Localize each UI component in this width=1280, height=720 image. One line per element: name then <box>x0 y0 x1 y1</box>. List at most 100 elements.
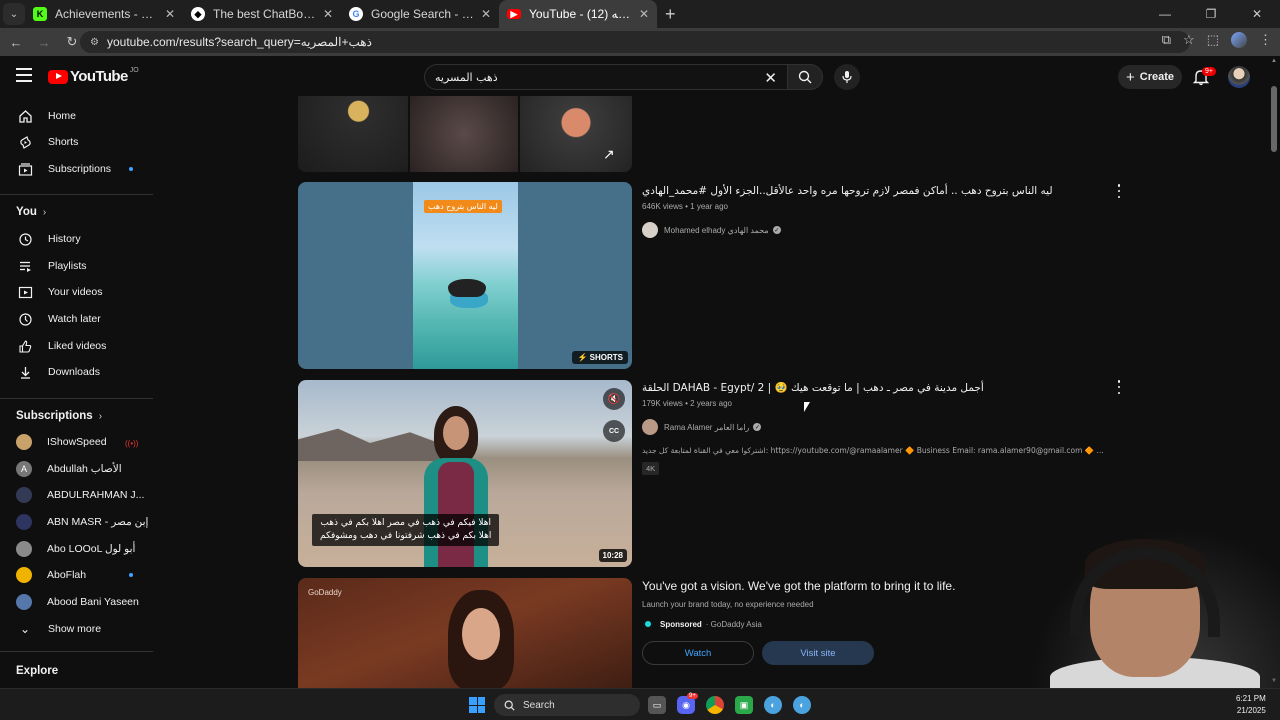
sidebar-show-more[interactable]: ⌄ Show more <box>0 616 152 642</box>
sidebar-item-label: Watch later <box>48 313 101 325</box>
sidebar-item-watch-later[interactable]: Watch later <box>0 306 152 332</box>
sidebar-item-label: Your videos <box>48 286 103 298</box>
tab-search-menu-button[interactable]: ⌄ <box>3 3 25 25</box>
sidebar-sub-abdullah[interactable]: A Abdullah الأصاب <box>0 456 152 482</box>
scroll-up-arrow-icon[interactable]: ▲ <box>1271 58 1277 64</box>
sidebar-you-heading[interactable]: You › <box>16 206 46 218</box>
restore-icon[interactable]: ❐ <box>1188 0 1234 28</box>
channel-avatar[interactable] <box>642 222 658 238</box>
playlists-icon <box>17 258 33 274</box>
sidebar-item-home[interactable]: Home <box>0 103 152 129</box>
bookmark-star-icon[interactable]: ☆ <box>1183 32 1195 48</box>
minimize-icon[interactable]: — <box>1142 0 1188 28</box>
advertiser-name: · GoDaddy Asia <box>705 619 762 629</box>
sidebar-sub-abn-masr[interactable]: ABN MASR - إبن مصر <box>0 509 152 535</box>
verified-check-icon: ✓ <box>753 423 762 431</box>
sidebar-item-playlists[interactable]: Playlists <box>0 253 152 279</box>
sidebar-sub-aboflah[interactable]: AboFlah <box>0 562 152 588</box>
forward-arrow-icon[interactable]: → <box>32 35 56 50</box>
closed-captions-icon[interactable]: CC <box>603 420 625 442</box>
sidebar-sub-abood-bani-yaseen[interactable]: Abood Bani Yaseen <box>0 589 152 615</box>
shorts-thumbnail[interactable] <box>410 96 518 172</box>
ad-watch-button[interactable]: Watch <box>642 641 754 665</box>
app-icon[interactable]: ◐ <box>793 696 811 714</box>
window-close-icon[interactable]: ✕ <box>1234 0 1280 28</box>
voice-search-button[interactable] <box>834 64 860 90</box>
video-title[interactable]: ليه الناس بتروح دهب .. أماكن فمصر لازم ت… <box>642 184 1122 198</box>
shorts-thumbnail-row[interactable]: ↗ <box>298 96 632 172</box>
task-view-icon[interactable]: ▭ <box>648 696 666 714</box>
account-avatar[interactable] <box>1228 66 1250 88</box>
system-clock[interactable]: 6:21 PM 21/2025 <box>1236 693 1266 717</box>
tab-close-icon[interactable]: ✕ <box>481 7 491 21</box>
browser-tab-botrix[interactable]: ◆ The best ChatBot and Widgets ✕ <box>183 0 341 28</box>
shorts-icon <box>17 134 33 150</box>
sidebar-sub-abdulrahman[interactable]: ABDULRAHMAN J... <box>0 482 152 508</box>
channel-avatar <box>16 514 32 530</box>
sidebar-item-label: ABDULRAHMAN J... <box>47 489 145 501</box>
window-controls: — ❐ ✕ <box>1142 0 1280 28</box>
app-icon[interactable]: ▣ <box>735 696 753 714</box>
site-info-icon[interactable]: ⚙ <box>90 37 99 48</box>
browser-tab-google[interactable]: G Google Search - ذهب المصريه ✕ <box>341 0 499 28</box>
view-count: 179K views <box>642 399 683 408</box>
chevron-down-icon: ⌄ <box>19 622 31 636</box>
extensions-icon[interactable]: ⬚ <box>1207 32 1219 48</box>
sidebar-item-downloads[interactable]: Downloads <box>0 359 152 385</box>
back-arrow-icon[interactable]: ← <box>4 35 28 50</box>
windows-start-icon[interactable] <box>469 697 485 713</box>
install-app-icon[interactable]: ⧉ <box>1162 32 1171 48</box>
shorts-thumbnail[interactable] <box>520 96 632 172</box>
ad-thumbnail[interactable]: GoDaddy <box>298 578 632 688</box>
create-button[interactable]: + Create <box>1118 65 1182 89</box>
muted-speaker-icon[interactable]: 🔇 <box>603 388 625 410</box>
shorts-thumbnail[interactable] <box>298 96 408 172</box>
sidebar-item-subscriptions[interactable]: Subscriptions <box>0 156 152 182</box>
video-title[interactable]: أجمل مدينة في مصر ـ دهب | ما توقعت هيك 🥹… <box>642 381 1122 395</box>
search-button[interactable] <box>787 64 823 90</box>
sidebar-item-liked-videos[interactable]: Liked videos <box>0 333 152 359</box>
ad-visit-site-button[interactable]: Visit site <box>762 641 874 665</box>
more-actions-icon[interactable] <box>1116 184 1122 198</box>
guide-sidebar: Home Shorts Subscriptions You › History P… <box>0 96 160 688</box>
app-icon[interactable]: ◐ <box>764 696 782 714</box>
channel-name[interactable]: Mohamed elhady محمد الهادي <box>664 226 769 235</box>
more-actions-icon[interactable] <box>1116 380 1122 394</box>
caption-line: اهلا بكم في ذهب شرفتونا في دهب ومشوفكم <box>320 531 492 541</box>
guide-menu-icon[interactable] <box>16 68 32 82</box>
sidebar-item-label: Shorts <box>48 136 79 148</box>
clear-search-icon[interactable]: ✕ <box>764 69 777 87</box>
sidebar-item-shorts[interactable]: Shorts <box>0 129 152 155</box>
tab-close-icon[interactable]: ✕ <box>323 7 333 21</box>
browser-menu-icon[interactable]: ⋮ <box>1259 32 1272 48</box>
youtube-logo[interactable]: YouTube JO <box>48 67 139 85</box>
sidebar-sub-abo-loool[interactable]: Abo LOOoL أبو لول <box>0 536 152 562</box>
browser-tab-youtube[interactable]: ▶ YouTube - ذهب المصريه (12) ✕ <box>499 0 657 28</box>
sidebar-sub-ishowspeed[interactable]: IShowSpeed ((•)) <box>0 429 152 455</box>
taskbar-search[interactable]: Search <box>494 694 640 716</box>
browser-profile-avatar[interactable] <box>1231 32 1247 48</box>
video-thumbnail-short[interactable]: ليه الناس بتروح دهب ⚡ SHORTS <box>298 182 632 369</box>
home-icon <box>17 108 33 124</box>
person-shape <box>448 279 486 297</box>
channel-name[interactable]: Rama Alamer راما العامر <box>664 423 749 432</box>
channel-avatar[interactable] <box>642 419 658 435</box>
search-input[interactable] <box>425 65 745 89</box>
sidebar-item-history[interactable]: History <box>0 226 152 252</box>
sponsored-label: Sponsored <box>660 619 702 629</box>
chrome-icon[interactable] <box>706 696 724 714</box>
video-thumbnail-dahab[interactable]: 🔇 CC اهلا فيكم في ذهب في مصر اهلا بكم في… <box>298 380 632 567</box>
channel-row[interactable]: Rama Alamer راما العامر ✓ <box>642 419 1122 435</box>
browser-tab-kick[interactable]: K Achievements - Kick Dashboard ✕ <box>25 0 183 28</box>
tab-close-icon[interactable]: ✕ <box>639 7 649 21</box>
sidebar-item-your-videos[interactable]: Your videos <box>0 279 152 305</box>
scrollbar-thumb[interactable] <box>1271 86 1277 152</box>
new-tab-plus-icon[interactable]: + <box>665 4 676 25</box>
open-arrow-icon[interactable]: ↗ <box>603 146 615 163</box>
video-metadata: 179K views • 2 years ago <box>642 399 732 408</box>
tab-close-icon[interactable]: ✕ <box>165 7 175 21</box>
sidebar-subscriptions-heading[interactable]: Subscriptions › <box>16 410 102 422</box>
address-bar[interactable]: ⚙ youtube.com/results?search_query=ذهب+ا… <box>80 31 1190 53</box>
chevron-right-icon: › <box>42 207 47 218</box>
channel-row[interactable]: Mohamed elhady محمد الهادي ✓ <box>642 222 1122 238</box>
